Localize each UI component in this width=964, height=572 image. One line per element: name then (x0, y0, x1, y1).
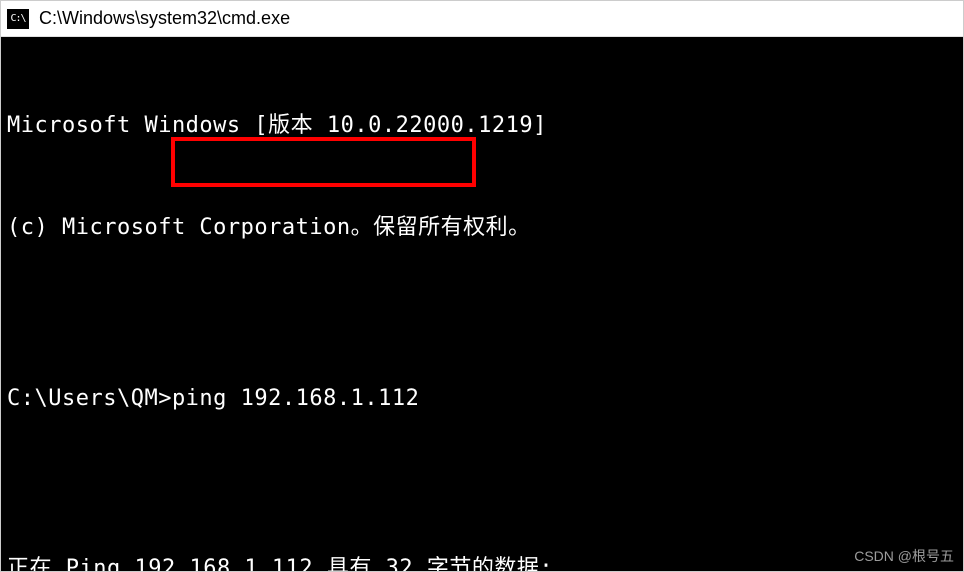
terminal-line-command: C:\Users\QM>ping 192.168.1.112 (7, 382, 957, 416)
watermark: CSDN @根号五 (854, 546, 954, 566)
window-title: C:\Windows\system32\cmd.exe (39, 8, 290, 29)
cmd-icon: C:\ (7, 9, 29, 29)
terminal-line: Microsoft Windows [版本 10.0.22000.1219] (7, 109, 957, 143)
terminal-line: 正在 Ping 192.168.1.112 具有 32 字节的数据: (7, 552, 957, 571)
cmd-window: C:\ C:\Windows\system32\cmd.exe Microsof… (0, 0, 964, 572)
title-bar[interactable]: C:\ C:\Windows\system32\cmd.exe (1, 1, 963, 37)
terminal-output[interactable]: Microsoft Windows [版本 10.0.22000.1219] (… (1, 37, 963, 571)
terminal-line: (c) Microsoft Corporation。保留所有权利。 (7, 211, 957, 245)
command-highlight-box (171, 137, 476, 187)
